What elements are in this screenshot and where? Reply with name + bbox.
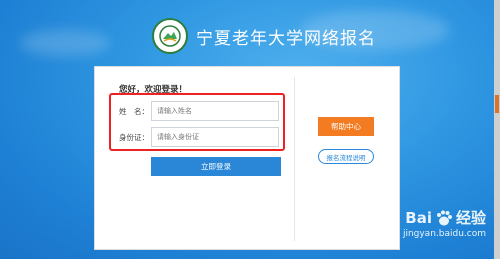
panel-divider bbox=[294, 77, 295, 241]
registration-process-link[interactable]: 报名流程说明 bbox=[318, 149, 374, 164]
site-header: 宁夏老年大学网络报名 bbox=[152, 16, 376, 56]
watermark-url: jingyan.baidu.com bbox=[402, 229, 486, 239]
help-center-button[interactable]: 帮助中心 bbox=[318, 117, 374, 136]
id-number-input[interactable] bbox=[151, 127, 279, 147]
id-row: 身份证： bbox=[119, 127, 279, 147]
name-input[interactable] bbox=[151, 101, 279, 121]
watermark-brand-left: Bai bbox=[405, 208, 432, 227]
university-emblem-icon bbox=[159, 25, 181, 47]
login-panel: 您好，欢迎登录！ 姓 名： 身份证： 立即登录 帮助中心 报名流程说明 bbox=[94, 66, 400, 250]
scrollbar-thumb[interactable] bbox=[495, 95, 499, 113]
baidu-paw-icon bbox=[436, 210, 452, 225]
page-scrollbar[interactable] bbox=[494, 0, 500, 259]
id-label: 身份证： bbox=[119, 132, 149, 142]
watermark-brand-right: 经验 bbox=[455, 209, 486, 227]
name-label: 姓 名： bbox=[119, 106, 149, 116]
university-logo bbox=[152, 18, 188, 54]
site-title: 宁夏老年大学网络报名 bbox=[196, 28, 376, 49]
baidu-watermark: Bai 经验 jingyan.baidu.com bbox=[402, 207, 486, 240]
login-button[interactable]: 立即登录 bbox=[151, 157, 281, 176]
background-cloud bbox=[20, 30, 110, 56]
name-row: 姓 名： bbox=[119, 101, 279, 121]
